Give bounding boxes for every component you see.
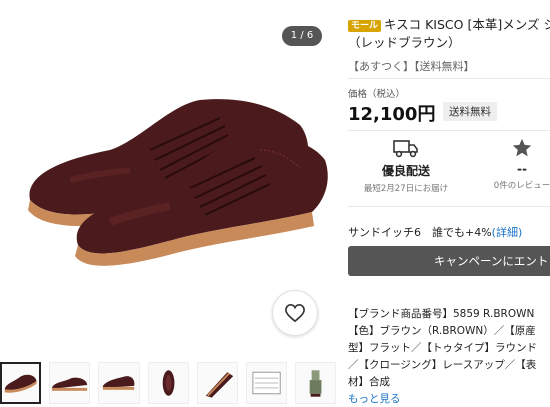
thumbnail-3[interactable] (98, 362, 140, 404)
star-icon (512, 138, 532, 157)
thumbnail-2[interactable] (49, 362, 91, 404)
detail-line: 【色】ブラウン（R.BROWN）／【原産 (348, 325, 536, 337)
thumb-size-chart-image (252, 371, 281, 395)
delivery-subtitle: 最短2月27日にお届け (363, 184, 449, 194)
divider (348, 206, 550, 207)
detail-line: 材】合成 (348, 376, 390, 388)
delivery-feature: 優良配送 最短2月27日にお届け (348, 136, 464, 194)
campaign-entry-button[interactable]: キャンペーンにエントリ (348, 246, 550, 276)
review-feature[interactable]: -- 0件のレビュー (472, 136, 550, 191)
thumb-shoe-sole-image (205, 372, 233, 398)
free-shipping-badge: 送料無料 (443, 102, 497, 121)
main-product-image[interactable]: 1 / 6 (0, 0, 336, 355)
detail-line: 【ブランド商品番号】5859 R.BROWN (348, 308, 535, 320)
favorite-button[interactable] (272, 290, 318, 336)
thumbnail-strip (0, 362, 336, 407)
product-info-panel: モールキスコ KISCO [本革]メンズ シューズ （レッドブラウン） 【あすつ… (348, 0, 550, 407)
thumbnail-1[interactable] (0, 362, 42, 404)
product-page: 1 / 6 モール キスコ KISCO [本革]メンズ シ （レッドブラウン） … (0, 0, 550, 407)
thumbnail-7[interactable] (294, 362, 336, 404)
detail-line: ／【クロージング】レースアップ／【表 (348, 359, 537, 371)
price-label: 価格（税込） (348, 89, 406, 100)
thumb-model-image (309, 370, 322, 397)
review-count-value: -- (517, 162, 527, 176)
mall-badge: モール (348, 20, 382, 32)
points-detail-link[interactable]: (詳細) (492, 226, 523, 239)
see-more-link[interactable]: もっと見る (348, 391, 401, 406)
detail-line: 型】フラット／【トゥタイプ】ラウンド (348, 342, 537, 354)
review-count-label: 0件のレビュー (493, 181, 550, 191)
heart-icon (285, 303, 305, 323)
thumb-shoe-back-image (103, 376, 135, 390)
divider (348, 130, 550, 131)
image-counter: 1 / 6 (282, 26, 322, 46)
product-tags: 【あすつく】【送料無料】 (348, 60, 475, 73)
thumbnail-6[interactable] (245, 362, 287, 404)
price: 12,100円 (348, 104, 436, 125)
thumbnail-5[interactable] (196, 362, 238, 404)
points-text: サンドイッチ6 誰でも+4% (348, 226, 492, 239)
truck-icon (393, 140, 418, 158)
product-title: モールキスコ KISCO [本革]メンズ シューズ （レッドブラウン） (348, 16, 550, 52)
thumbnail-4[interactable] (147, 362, 189, 404)
thumb-shoe-top-image (162, 370, 174, 396)
points-info: サンドイッチ6 誰でも+4%(詳細) (348, 224, 522, 240)
thumb-shoe-side-image (52, 377, 88, 391)
divider (348, 78, 550, 79)
thumb-shoes-image (4, 374, 37, 393)
product-details: 【ブランド商品番号】5859 R.BROWN 【色】ブラウン（R.BROWN）／… (348, 306, 550, 391)
shoes-image (28, 99, 328, 266)
delivery-title: 優良配送 (381, 164, 430, 178)
